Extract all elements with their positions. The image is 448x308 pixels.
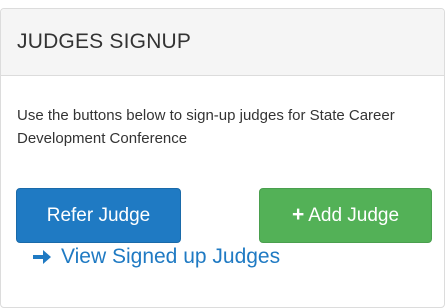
add-judge-label: Add Judge [308, 204, 400, 226]
panel-title: JUDGES SIGNUP [17, 30, 192, 53]
plus-icon: + [291, 202, 305, 226]
arrow-right-icon [33, 250, 51, 264]
panel-body: Use the buttons below to sign-up judges … [1, 104, 444, 150]
refer-judge-label: Refer Judge [46, 204, 151, 226]
panel-heading: JUDGES SIGNUP [1, 9, 444, 76]
view-signed-up-judges-label: View Signed up Judges [61, 245, 281, 268]
button-row: Refer Judge + Add Judge [0, 188, 448, 244]
add-judge-button[interactable]: + Add Judge [259, 188, 432, 243]
refer-judge-button[interactable]: Refer Judge [16, 188, 181, 243]
view-signed-up-judges-link[interactable]: View Signed up Judges [32, 245, 280, 269]
intro-text: Use the buttons below to sign-up judges … [17, 107, 395, 147]
